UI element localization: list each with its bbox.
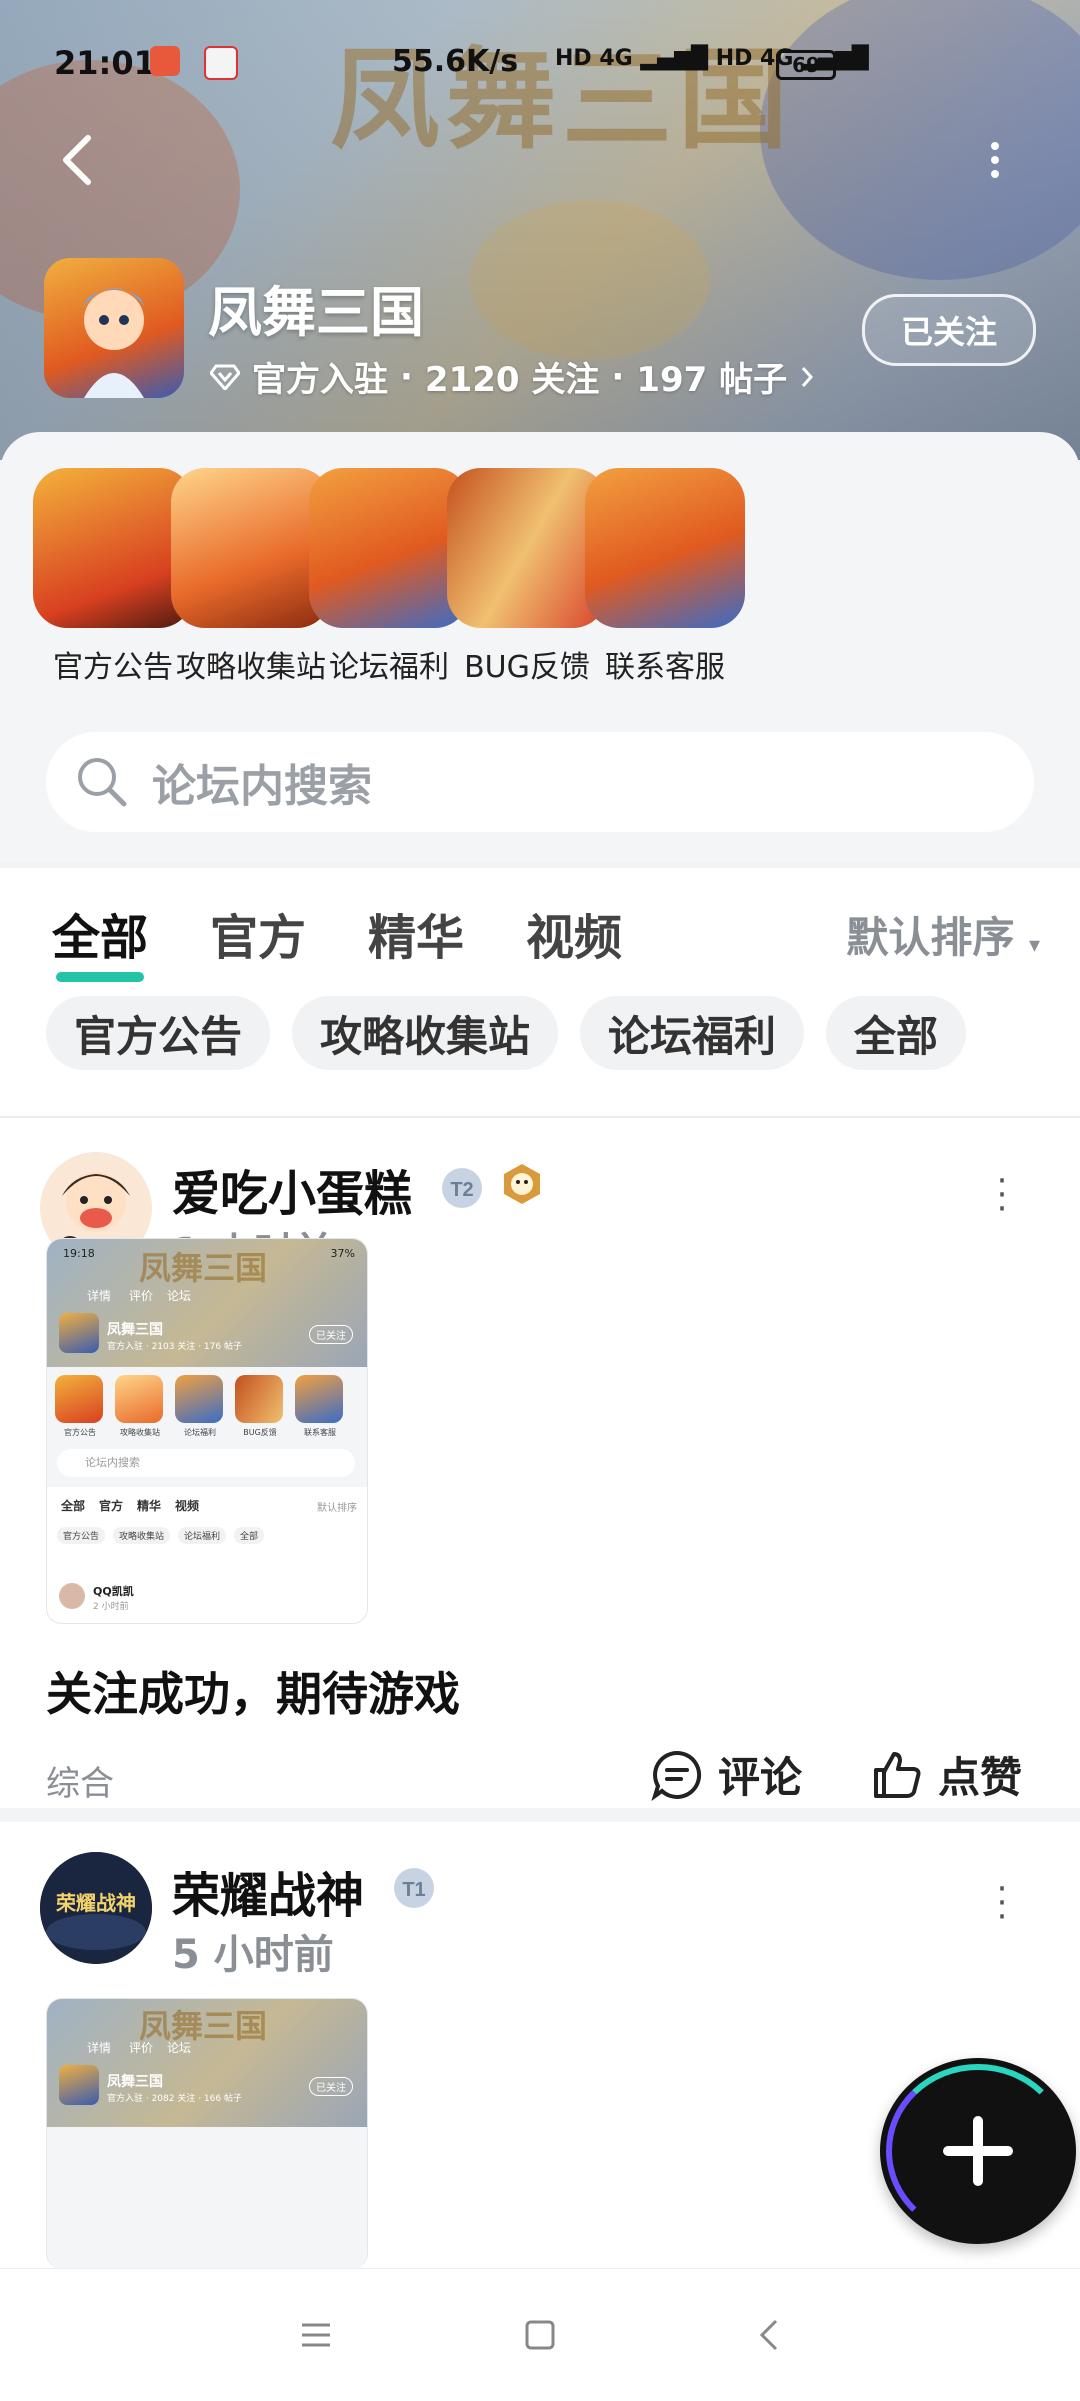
- post-card[interactable]: 爱吃小蛋糕 T2 1 小时前 ··· 19:18 37% 凤舞三国 详情 评价 …: [0, 1118, 1080, 1808]
- feed-tabs: 全部 官方 精华 视频: [52, 898, 622, 982]
- level-badge-icon: T2: [442, 1168, 482, 1208]
- post-username[interactable]: 荣耀战神: [172, 1856, 364, 1926]
- back-arrow-icon[interactable]: [50, 130, 110, 190]
- tab-official[interactable]: 官方: [210, 898, 306, 968]
- quick-link-support[interactable]: 联系客服: [580, 468, 750, 686]
- more-options-icon[interactable]: [980, 140, 1010, 180]
- search-placeholder: 论坛内搜索: [152, 761, 372, 812]
- level-badge-icon: T1: [394, 1868, 434, 1908]
- svg-text:荣耀战神: 荣耀战神: [55, 1891, 136, 1915]
- post-time: 5 小时前: [172, 1932, 334, 1978]
- post-more-icon[interactable]: · · ·: [996, 1872, 1008, 1934]
- posts-count: 197 帖子: [636, 360, 788, 400]
- status-time: 21:01: [54, 44, 156, 82]
- achievement-badge-icon: [504, 1164, 540, 1204]
- notification-app-icon-2: [204, 46, 238, 80]
- menu-icon[interactable]: [298, 2317, 334, 2353]
- followers-count: 2120 关注: [424, 360, 600, 400]
- notification-app-icon: [150, 46, 180, 76]
- chip-welfare[interactable]: 论坛福利: [580, 996, 805, 1070]
- svg-text:T1: T1: [402, 1879, 425, 1901]
- forum-search-input[interactable]: 论坛内搜索: [46, 732, 1034, 832]
- tab-featured[interactable]: 精华: [368, 898, 464, 968]
- post-image[interactable]: 凤舞三国 详情 评价 论坛 凤舞三国 官方入驻 · 2082 关注 · 166 …: [46, 1998, 368, 2269]
- category-chips: 官方公告 攻略收集站 论坛福利 全部: [46, 996, 967, 1070]
- sort-dropdown[interactable]: 默认排序 ▾: [846, 904, 1040, 965]
- followed-button[interactable]: 已关注: [862, 294, 1036, 366]
- svg-text:T2: T2: [450, 1179, 473, 1201]
- caret-down-icon: ▾: [1028, 933, 1040, 958]
- chip-announcements[interactable]: 官方公告: [46, 996, 271, 1070]
- comment-button[interactable]: 评论: [650, 1744, 802, 1805]
- post-category-tag[interactable]: 综合: [46, 1756, 114, 1805]
- forum-stats[interactable]: 官方入驻 · 2120 关注 · 197 帖子: [210, 352, 815, 401]
- thumbs-up-icon: [874, 1751, 921, 1798]
- fab-ring: [886, 2064, 1070, 2238]
- post-text[interactable]: 关注成功，期待游戏: [46, 1658, 460, 1724]
- create-post-button[interactable]: [880, 2058, 1076, 2244]
- chevron-right-icon: [802, 366, 814, 387]
- game-title: 凤舞三国: [208, 281, 424, 344]
- network-speed: 55.6K/s: [392, 44, 519, 79]
- chip-all[interactable]: 全部: [826, 996, 967, 1070]
- comment-icon: [651, 1750, 702, 1801]
- post-more-icon[interactable]: · · ·: [996, 1164, 1008, 1226]
- banner-art-center: [470, 200, 710, 360]
- verified-diamond-icon: [210, 364, 240, 390]
- quick-links-panel: 官方公告 攻略收集站 论坛福利 BUG反馈 联系客服 论坛内搜索: [0, 432, 1080, 862]
- forum-feed: 全部 官方 精华 视频 默认排序 ▾ 官方公告 攻略收集站 论坛福利 全部 爱吃…: [0, 868, 1080, 2269]
- avatar[interactable]: 荣耀战神: [40, 1852, 152, 1964]
- post-username[interactable]: 爱吃小蛋糕: [172, 1154, 412, 1224]
- battery-icon: 69: [776, 50, 836, 80]
- game-icon: [44, 258, 184, 398]
- system-navigation-bar: [0, 2268, 1080, 2401]
- status-bar: 21:01 55.6K/s HD 4G ▂▄▆█ HD 4G ▂▄▆█ 69: [0, 0, 1080, 110]
- back-icon[interactable]: [752, 2317, 788, 2353]
- verified-label: 官方入驻: [252, 360, 388, 400]
- like-button[interactable]: 点赞: [870, 1744, 1022, 1805]
- chip-guides[interactable]: 攻略收集站: [292, 996, 559, 1070]
- tab-video[interactable]: 视频: [526, 898, 622, 968]
- post-separator: [0, 1808, 1080, 1822]
- search-icon: [78, 758, 127, 807]
- tab-all[interactable]: 全部: [52, 898, 148, 982]
- support-icon: [585, 468, 745, 628]
- post-image[interactable]: 19:18 37% 凤舞三国 详情 评价 论坛 凤舞三国 官方入驻 · 2103…: [46, 1238, 368, 1624]
- home-icon[interactable]: [522, 2317, 558, 2353]
